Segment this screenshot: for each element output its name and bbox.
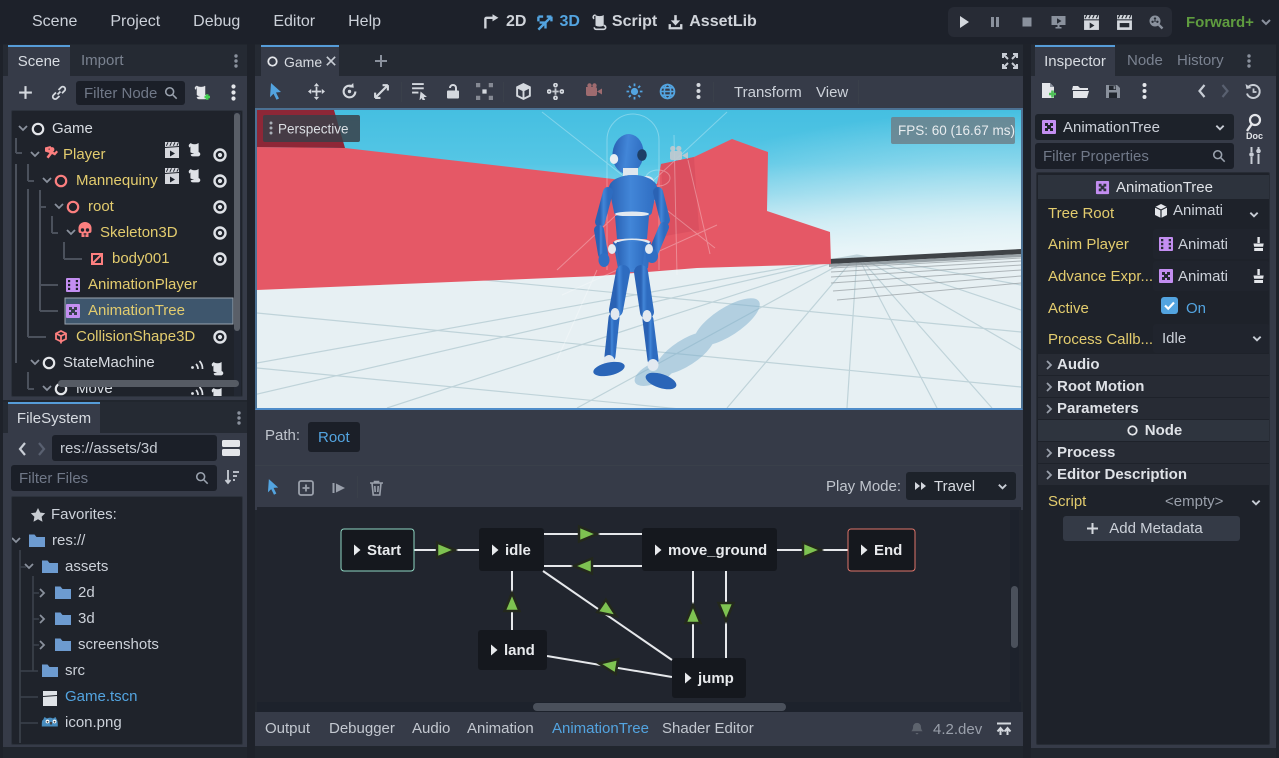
svg-text:Doc: Doc [1246,131,1263,140]
svg-text:jump: jump [697,670,734,687]
svg-text:land: land [504,642,535,659]
svg-text:FPS: 60 (16.67 ms): FPS: 60 (16.67 ms) [898,123,1015,138]
svg-text:Start: Start [367,542,401,559]
svg-text:idle: idle [505,542,531,559]
svg-text:move_ground: move_ground [668,542,767,559]
svg-text:End: End [874,542,902,559]
svg-text:Perspective: Perspective [278,122,349,137]
